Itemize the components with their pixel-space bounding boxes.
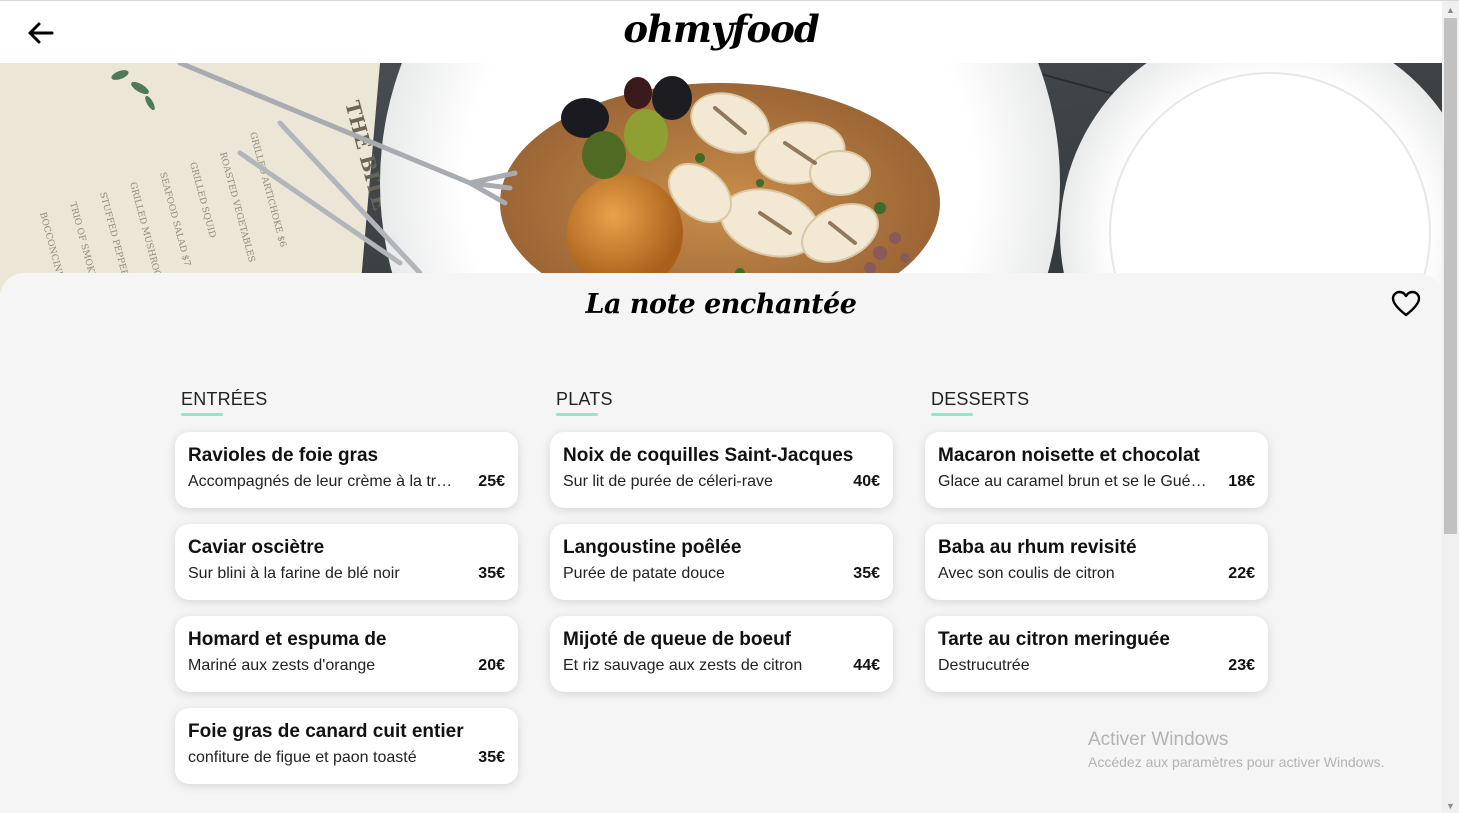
dish-list: Macaron noisette et chocolat Glace au ca… (925, 432, 1268, 692)
section-underline (181, 413, 223, 416)
dish-list: Noix de coquilles Saint-Jacques Sur lit … (550, 432, 893, 692)
dish-price: 20€ (478, 657, 505, 674)
dish-description: Purée de patate douce (563, 565, 725, 582)
section-desserts: DESSERTS Macaron noisette et chocolat Gl… (925, 389, 1268, 708)
restaurant-menu-panel: La note enchantée ENTRÉES Ravioles de fo… (0, 273, 1442, 813)
dish-name: Langoustine poêlée (563, 537, 742, 558)
heart-outline-icon (1391, 290, 1421, 317)
dish-list: Ravioles de foie gras Accompagnés de leu… (175, 432, 518, 784)
dish-price: 35€ (478, 565, 505, 582)
dish-description: Sur lit de purée de céleri-rave (563, 473, 773, 490)
section-title-plats: PLATS (556, 389, 893, 416)
vertical-scrollbar[interactable]: ▲ ▼ (1442, 1, 1459, 813)
hero-image: BOCCONCINI AND TOMATO $6 TRIO OF SMOKED … (0, 63, 1442, 293)
dish-description: confiture de figue et paon toasté (188, 749, 417, 766)
dish-description: Accompagnés de leur crème à la truffe (188, 473, 460, 490)
scroll-down-button[interactable]: ▼ (1442, 797, 1459, 813)
dish-price: 23€ (1228, 657, 1255, 674)
dish-card[interactable]: Tarte au citron meringuée Destrucutrée 2… (925, 616, 1268, 692)
section-underline (931, 413, 973, 416)
section-plats: PLATS Noix de coquilles Saint-Jacques Su… (550, 389, 893, 708)
dish-price: 25€ (478, 473, 505, 490)
section-title-label: ENTRÉES (181, 389, 268, 409)
section-underline (556, 413, 598, 416)
dish-description: Destrucutrée (938, 657, 1030, 674)
dish-card[interactable]: Noix de coquilles Saint-Jacques Sur lit … (550, 432, 893, 508)
scroll-up-button[interactable]: ▲ (1442, 1, 1459, 18)
restaurant-title: La note enchantée (585, 289, 857, 320)
dish-name: Baba au rhum revisité (938, 537, 1137, 558)
dish-name: Macaron noisette et chocolat (938, 445, 1200, 466)
dish-price: 35€ (853, 565, 880, 582)
app-logo[interactable]: ohmyfood (0, 7, 1442, 51)
dish-price: 18€ (1228, 473, 1255, 490)
dish-card[interactable]: Homard et espuma de Mariné aux zests d'o… (175, 616, 518, 692)
section-title-desserts: DESSERTS (931, 389, 1268, 416)
dish-name: Caviar osciètre (188, 537, 325, 558)
dish-card[interactable]: Caviar osciètre Sur blini à la farine de… (175, 524, 518, 600)
dish-description: Avec son coulis de citron (938, 565, 1115, 582)
dish-card[interactable]: Foie gras de canard cuit entier confitur… (175, 708, 518, 784)
section-title-label: DESSERTS (931, 389, 1030, 409)
header: ohmyfood (0, 1, 1442, 63)
section-entrees: ENTRÉES Ravioles de foie gras Accompagné… (175, 389, 518, 800)
caret-down-icon: ▼ (1446, 800, 1455, 811)
dish-price: 22€ (1228, 565, 1255, 582)
dish-description: Et riz sauvage aux zests de citron (563, 657, 803, 674)
food-photo: BOCCONCINI AND TOMATO $6 TRIO OF SMOKED … (0, 63, 1442, 293)
dish-description: Glace au caramel brun et se le Guérande (938, 473, 1210, 490)
dish-price: 44€ (853, 657, 880, 674)
dish-card[interactable]: Baba au rhum revisité Avec son coulis de… (925, 524, 1268, 600)
dish-price: 35€ (478, 749, 505, 766)
dish-name: Ravioles de foie gras (188, 445, 379, 466)
section-title-entrees: ENTRÉES (181, 389, 518, 416)
dish-price: 40€ (853, 473, 880, 490)
dish-card[interactable]: Ravioles de foie gras Accompagnés de leu… (175, 432, 518, 508)
dish-name: Foie gras de canard cuit entier (188, 721, 464, 742)
section-title-label: PLATS (556, 389, 613, 409)
page: ohmyfood TRIO OF SMOKED FISH STUFFED PEP… (0, 0, 1459, 813)
caret-up-icon: ▲ (1446, 4, 1455, 15)
dish-name: Noix de coquilles Saint-Jacques (563, 445, 854, 466)
dish-description: Sur blini à la farine de blé noir (188, 565, 400, 582)
dish-card[interactable]: Langoustine poêlée Purée de patate douce… (550, 524, 893, 600)
scrollbar-thumb[interactable] (1444, 18, 1457, 534)
dish-name: Homard et espuma de (188, 629, 387, 650)
dish-name: Tarte au citron meringuée (938, 629, 1170, 650)
dish-card[interactable]: Mijoté de queue de boeuf Et riz sauvage … (550, 616, 893, 692)
favorite-button[interactable] (1391, 290, 1421, 318)
dish-name: Mijoté de queue de boeuf (563, 629, 792, 650)
dish-description: Mariné aux zests d'orange (188, 657, 376, 674)
dish-card[interactable]: Macaron noisette et chocolat Glace au ca… (925, 432, 1268, 508)
